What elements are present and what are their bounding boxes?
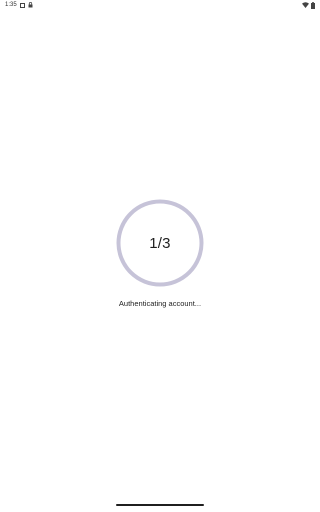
home-indicator[interactable]	[116, 504, 204, 506]
battery-icon	[311, 1, 315, 9]
step-counter: 1/3	[149, 234, 171, 252]
status-time: 1:35	[5, 2, 17, 8]
status-right	[302, 1, 315, 9]
screen: 1:35 1/3 Authenticating account...	[0, 0, 320, 512]
status-left: 1:35	[5, 2, 33, 8]
status-bar: 1:35	[0, 0, 320, 10]
progress-indicator: 1/3	[116, 199, 204, 287]
notification-square-icon	[19, 2, 25, 8]
wifi-icon	[302, 2, 309, 8]
lock-icon	[28, 2, 33, 8]
loading-message: Authenticating account...	[118, 299, 202, 308]
